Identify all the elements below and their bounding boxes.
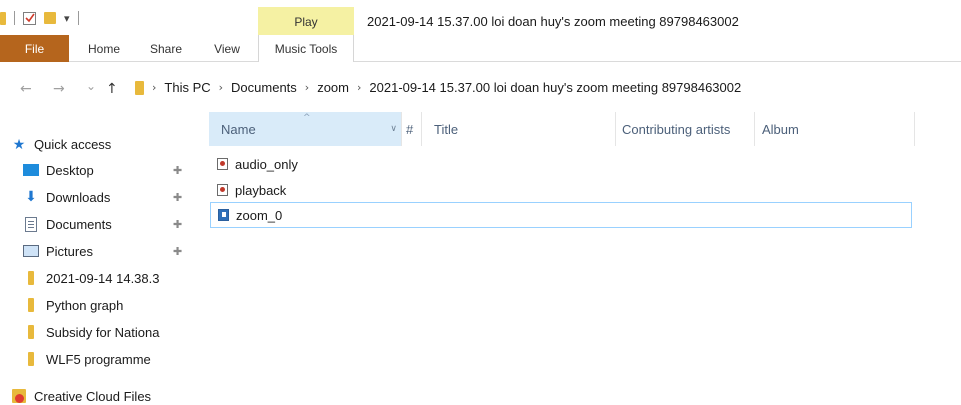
pictures-icon-wrap [23,244,39,258]
column-filter-dropdown-icon[interactable]: ∨ [390,124,397,134]
tab-file[interactable]: File [0,35,69,62]
sidebar-item-documents[interactable]: Documents ✚ [23,211,194,237]
creative-cloud-icon [12,389,26,403]
sidebar-item-creative-cloud[interactable]: Creative Cloud Files [11,383,194,405]
sidebar-item-desktop[interactable]: Desktop ✚ [23,157,194,183]
properties-check-icon[interactable] [23,11,36,25]
audio-file-icon [217,158,228,170]
title-bar: ▾ Play 2021-09-14 15.37.00 loi doan huy'… [0,0,961,36]
sidebar-item-label: 2021-09-14 14.38.3 [46,270,160,286]
toolbar-separator [14,11,15,25]
folder-icon [135,80,144,95]
file-name: zoom_0 [236,207,283,223]
column-header-label: Name [221,121,256,137]
sidebar-item-folder[interactable]: 2021-09-14 14.38.3 [23,265,194,291]
sort-ascending-icon: ^ [303,113,311,123]
sidebar-item-label: Subsidy for Nationa [46,324,160,340]
tab-share[interactable]: Share [137,35,195,62]
sidebar-item-wlf5[interactable]: WLF5 programme [23,346,194,372]
desktop-icon [23,164,39,176]
file-name: playback [235,182,287,198]
quick-access-toolbar: ▾ [0,9,87,27]
pin-icon[interactable]: ✚ [173,164,182,177]
play-context-tab: Play [258,7,354,36]
pin-icon[interactable]: ✚ [173,218,182,231]
column-header-name[interactable]: ^ Name ∨ [209,112,401,146]
sidebar-item-label: WLF5 programme [46,351,151,367]
sidebar-item-pictures[interactable]: Pictures ✚ [23,238,194,264]
recent-locations-chevron-icon[interactable]: ⌄ [86,79,96,93]
column-divider[interactable] [615,112,616,146]
sidebar-item-label: Python graph [46,297,124,313]
breadcrumb-current-folder[interactable]: 2021-09-14 15.37.00 loi doan huy's zoom … [369,80,741,95]
sidebar-item-label: Quick access [34,136,112,152]
tab-home[interactable]: Home [75,35,133,62]
list-item-selected[interactable]: zoom_0 [210,202,912,228]
sidebar-item-label: Pictures [46,243,93,259]
desktop-icon-wrap [23,163,39,177]
sidebar-item-subsidy[interactable]: Subsidy for Nationa [23,319,194,345]
navigation-pane: ★ Quick access Desktop ✚ ⬇ Downloads ✚ D… [0,112,194,405]
folder-icon-wrap [23,325,39,339]
pictures-icon [23,245,39,257]
folder-icon [28,271,34,285]
column-header-row: ^ Name ∨ # Title Contributing artists Al… [194,112,961,146]
video-file-icon [218,209,229,221]
up-arrow-icon[interactable]: ↑ [106,81,118,97]
folder-icon-wrap [23,271,39,285]
column-divider[interactable] [754,112,755,146]
list-item[interactable]: playback [210,177,912,203]
folder-icon-wrap [23,298,39,312]
creative-cloud-icon-wrap [11,389,27,403]
back-arrow-icon[interactable]: ← [20,81,32,97]
breadcrumb-chevron-icon[interactable]: › [219,81,223,94]
folder-icon [28,325,34,339]
sidebar-item-python-graph[interactable]: Python graph [23,292,194,318]
address-bar[interactable]: › This PC › Documents › zoom › 2021-09-1… [130,76,961,99]
column-header-album[interactable]: Album [762,112,912,146]
tab-music-tools[interactable]: Music Tools [258,35,354,62]
column-divider[interactable] [421,112,422,146]
folder-icon [28,352,34,366]
audio-file-icon [217,184,228,196]
column-divider[interactable] [914,112,915,146]
folder-icon [0,11,6,25]
breadcrumb-chevron-icon[interactable]: › [305,81,309,94]
download-icon: ⬇ [25,189,37,205]
folder-icon-wrap [23,352,39,366]
tab-view[interactable]: View [200,35,254,62]
file-list: audio_only playback zoom_0 [194,146,961,405]
folder-icon [28,298,34,312]
column-header-number[interactable]: # [406,112,426,146]
sidebar-item-label: Documents [46,216,112,232]
list-item[interactable]: audio_only [210,151,912,177]
forward-arrow-icon[interactable]: → [53,81,65,97]
address-row: ← → ⌄ ↑ › This PC › Documents › zoom › 2… [0,62,961,112]
breadcrumb-this-pc[interactable]: This PC [164,80,210,95]
column-header-title[interactable]: Title [434,112,614,146]
window-title: 2021-09-14 15.37.00 loi doan huy's zoom … [367,14,739,29]
breadcrumb-documents[interactable]: Documents [231,80,297,95]
column-divider[interactable] [401,112,402,146]
breadcrumb-chevron-icon[interactable]: › [357,81,361,94]
new-folder-icon[interactable] [44,12,56,24]
sidebar-item-label: Creative Cloud Files [34,388,152,404]
column-header-contributing-artists[interactable]: Contributing artists [622,112,754,146]
sidebar-item-label: Downloads [46,189,111,205]
pin-icon[interactable]: ✚ [173,245,182,258]
sidebar-item-label: Desktop [46,162,94,178]
ribbon-tabs: File Home Share View Music Tools [0,35,961,62]
file-name: audio_only [235,156,298,172]
breadcrumb-chevron-icon[interactable]: › [152,81,156,94]
sidebar-item-downloads[interactable]: ⬇ Downloads ✚ [23,184,194,210]
documents-icon [25,216,37,232]
pin-icon[interactable]: ✚ [173,191,182,204]
documents-icon-wrap [23,216,39,232]
toolbar-separator [77,11,79,25]
star-icon: ★ [12,135,26,152]
sidebar-item-quick-access[interactable]: ★ Quick access [11,131,194,157]
customize-toolbar-dropdown[interactable]: ▾ [64,12,70,25]
breadcrumb-zoom[interactable]: zoom [317,80,349,95]
